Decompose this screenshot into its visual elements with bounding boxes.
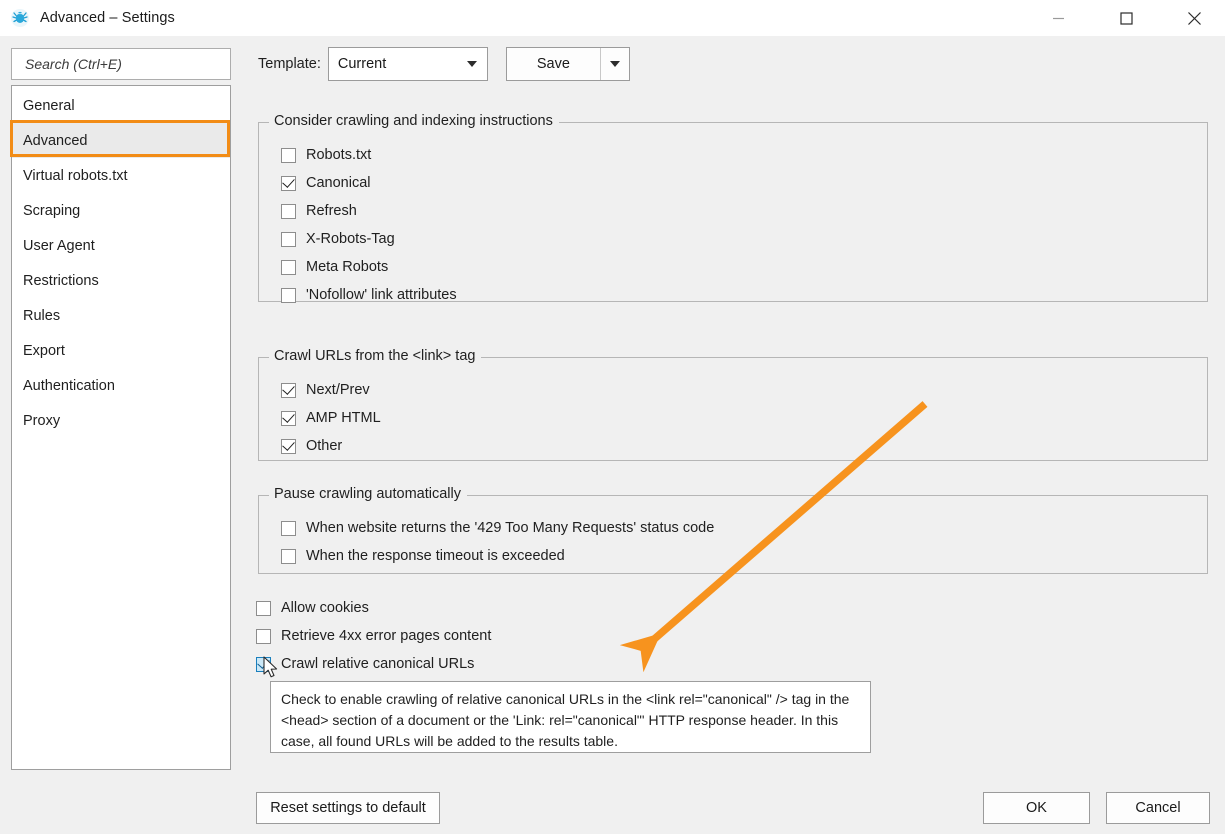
checkbox-list: Robots.txt Canonical Refresh X-Robots-Tag Me… <box>281 141 457 309</box>
sidebar-item-virtual-robots-txt[interactable]: Virtual robots.txt <box>12 158 230 193</box>
template-label: Template: <box>258 56 321 72</box>
checkbox-when-the-response-timeout-is-exceeded[interactable] <box>281 548 296 564</box>
group-legend: Crawl URLs from the <link> tag <box>269 348 482 364</box>
search-input[interactable] <box>23 55 230 73</box>
checkbox-amp-html[interactable] <box>281 410 296 426</box>
reset-settings-button[interactable]: Reset settings to default <box>256 792 440 824</box>
sidebar-item-general[interactable]: General <box>12 88 230 123</box>
checkbox-allow-cookies[interactable] <box>256 600 271 616</box>
checkbox-row[interactable]: When website returns the '429 Too Many R… <box>281 514 714 542</box>
minimize-button[interactable] <box>1035 0 1081 36</box>
title-bar: Advanced – Settings <box>0 0 1225 36</box>
sidebar-item-label: Scraping <box>23 202 81 219</box>
checkbox-row[interactable]: Crawl relative canonical URLs <box>256 650 491 678</box>
checkbox-nofollow-link-attributes[interactable] <box>281 287 296 303</box>
checkbox-meta-robots[interactable] <box>281 259 296 275</box>
standalone-checkbox-list: Allow cookies Retrieve 4xx error pages co… <box>256 594 491 678</box>
checkbox-label: Canonical <box>306 175 371 191</box>
checkbox-row[interactable]: X-Robots-Tag <box>281 225 457 253</box>
checkbox-row[interactable]: Refresh <box>281 197 457 225</box>
sidebar-item-rules[interactable]: Rules <box>12 298 230 333</box>
checkbox-label: AMP HTML <box>306 410 381 426</box>
template-toolbar: Template: Current Save <box>258 47 630 81</box>
checkbox-row[interactable]: Robots.txt <box>281 141 457 169</box>
checkbox-row[interactable]: 'Nofollow' link attributes <box>281 281 457 309</box>
maximize-button[interactable] <box>1103 0 1149 36</box>
chevron-down-icon <box>609 61 620 67</box>
ok-button[interactable]: OK <box>983 792 1090 824</box>
sidebar-item-restrictions[interactable]: Restrictions <box>12 263 230 298</box>
settings-nav-list[interactable]: General Advanced Virtual robots.txt Scrapin… <box>11 85 231 770</box>
checkbox-retrieve-4xx-error-pages-content[interactable] <box>256 628 271 644</box>
checkbox-robots-txt[interactable] <box>281 147 296 163</box>
checkbox-row[interactable]: Other <box>281 432 381 460</box>
group-pause-crawling: Pause crawling automatically When websit… <box>258 486 1208 574</box>
sidebar-item-proxy[interactable]: Proxy <box>12 403 230 438</box>
save-split-button[interactable]: Save <box>505 47 630 81</box>
spider-icon <box>9 7 31 29</box>
checkbox-list: Next/Prev AMP HTML Other <box>281 376 381 460</box>
checkbox-row[interactable]: AMP HTML <box>281 404 381 432</box>
checkbox-canonical[interactable] <box>281 175 296 191</box>
checkbox-label: Meta Robots <box>306 259 389 275</box>
sidebar-item-authentication[interactable]: Authentication <box>12 368 230 403</box>
sidebar-item-label: Export <box>23 342 65 359</box>
template-select[interactable]: Current <box>327 47 488 81</box>
sidebar-item-label: Proxy <box>23 412 61 429</box>
sidebar-item-label: User Agent <box>23 237 95 254</box>
cancel-button[interactable]: Cancel <box>1106 792 1210 824</box>
checkbox-label: When website returns the '429 Too Many R… <box>306 520 715 536</box>
checkbox-row[interactable]: Retrieve 4xx error pages content <box>256 622 491 650</box>
group-legend: Pause crawling automatically <box>269 486 467 502</box>
tooltip: Check to enable crawling of relative can… <box>270 681 871 753</box>
group-crawl-urls: Crawl URLs from the <link> tag Next/Prev… <box>258 348 1208 461</box>
save-dropdown-button[interactable] <box>599 48 629 80</box>
sidebar-item-label: Advanced <box>23 132 88 149</box>
checkbox-label: Next/Prev <box>306 382 370 398</box>
sidebar-item-label: Rules <box>23 307 61 324</box>
group-consider-crawling: Consider crawling and indexing instructi… <box>258 113 1208 303</box>
search-box[interactable] <box>11 48 231 80</box>
checkbox-label: Refresh <box>306 203 357 219</box>
window-controls <box>1035 0 1225 36</box>
checkbox-label: Retrieve 4xx error pages content <box>281 628 492 644</box>
checkbox-label: Robots.txt <box>306 147 372 163</box>
checkbox-label: Other <box>306 438 343 454</box>
settings-window: Advanced – Settings General Advanced Virtu… <box>0 0 1225 834</box>
sidebar-item-label: Restrictions <box>23 272 99 289</box>
checkbox-row[interactable]: Allow cookies <box>256 594 491 622</box>
checkbox-row[interactable]: Meta Robots <box>281 253 457 281</box>
checkbox-label: 'Nofollow' link attributes <box>306 287 457 303</box>
group-legend: Consider crawling and indexing instructi… <box>269 113 559 129</box>
template-select-value: Current <box>337 56 387 72</box>
sidebar-item-advanced[interactable]: Advanced <box>12 123 230 158</box>
checkbox-refresh[interactable] <box>281 203 296 219</box>
window-title: Advanced – Settings <box>40 10 175 26</box>
sidebar-item-label: General <box>23 97 75 114</box>
checkbox-crawl-relative-canonical-urls[interactable] <box>256 656 271 672</box>
checkbox-row[interactable]: Next/Prev <box>281 376 381 404</box>
sidebar-item-export[interactable]: Export <box>12 333 230 368</box>
chevron-down-icon <box>466 61 477 67</box>
checkbox-row[interactable]: When the response timeout is exceeded <box>281 542 714 570</box>
checkbox-when-website-returns-the-429-too-many-requests-status-code[interactable] <box>281 520 296 536</box>
checkbox-next-prev[interactable] <box>281 382 296 398</box>
sidebar-item-label: Authentication <box>23 377 115 394</box>
checkbox-list: When website returns the '429 Too Many R… <box>281 514 714 570</box>
checkbox-row[interactable]: Canonical <box>281 169 457 197</box>
checkbox-label: Allow cookies <box>281 600 369 616</box>
sidebar-item-user-agent[interactable]: User Agent <box>12 228 230 263</box>
checkbox-x-robots-tag[interactable] <box>281 231 296 247</box>
checkbox-label: Crawl relative canonical URLs <box>281 656 475 672</box>
close-button[interactable] <box>1171 0 1217 36</box>
checkbox-label: When the response timeout is exceeded <box>306 548 565 564</box>
sidebar-item-scraping[interactable]: Scraping <box>12 193 230 228</box>
save-button[interactable]: Save <box>507 48 600 80</box>
sidebar-item-label: Virtual robots.txt <box>23 167 128 184</box>
checkbox-label: X-Robots-Tag <box>306 231 395 247</box>
checkbox-other[interactable] <box>281 438 296 454</box>
